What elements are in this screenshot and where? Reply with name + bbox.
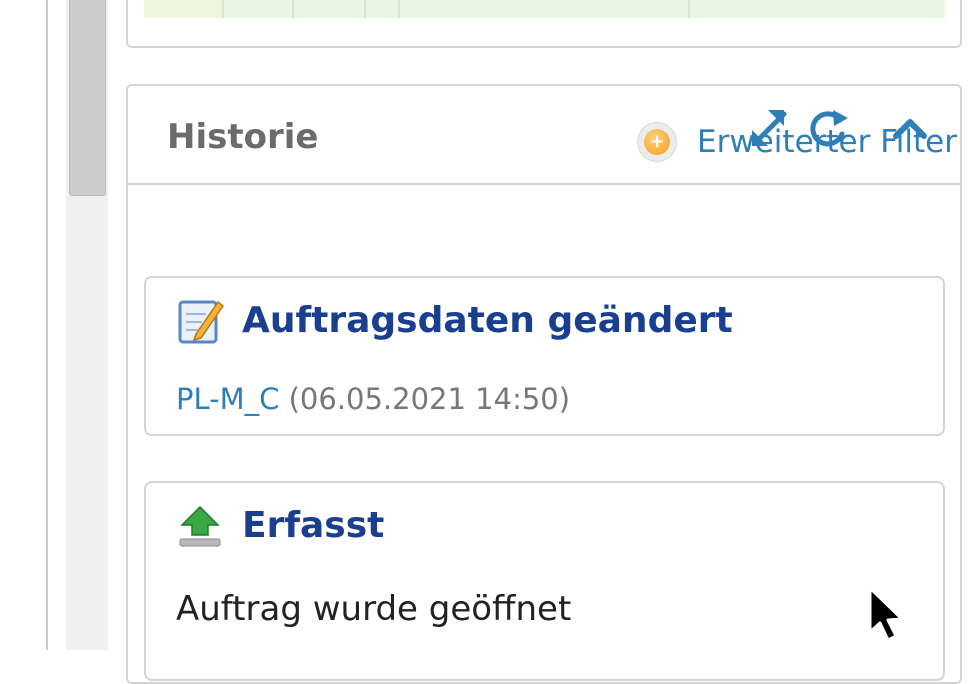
advanced-filter-label: Erweiterter Filter (697, 124, 957, 160)
history-item-meta: PL-M_C (06.05.2021 14:50) (176, 382, 570, 416)
history-item[interactable]: Auftragsdaten geändert PL-M_C (06.05.202… (144, 276, 945, 436)
history-item[interactable]: Erfasst Auftrag wurde geöffnet (144, 481, 945, 681)
left-gutter (0, 0, 46, 650)
table-cell (690, 0, 945, 18)
panel-title: Historie (167, 117, 319, 157)
table-cell (144, 0, 224, 18)
left-divider (46, 0, 48, 650)
table-cell (294, 0, 366, 18)
table-cell (400, 0, 690, 18)
user-link[interactable]: PL-M_C (176, 382, 279, 416)
edit-document-icon (176, 296, 225, 346)
table-row[interactable] (144, 0, 945, 18)
mouse-cursor-icon (866, 586, 906, 644)
plus-circle-icon: + (637, 122, 678, 162)
history-item-title: Erfasst (242, 505, 385, 546)
history-item-title: Auftragsdaten geändert (242, 300, 733, 341)
table-cell (366, 0, 400, 18)
advanced-filter-link[interactable]: + Erweiterter Filter (637, 122, 957, 162)
scrollbar-thumb[interactable] (69, 0, 106, 196)
table-cell (224, 0, 294, 18)
upload-arrow-icon (176, 501, 224, 551)
history-item-description: Auftrag wurde geöffnet (176, 589, 572, 629)
timestamp: (06.05.2021 14:50) (288, 382, 571, 416)
